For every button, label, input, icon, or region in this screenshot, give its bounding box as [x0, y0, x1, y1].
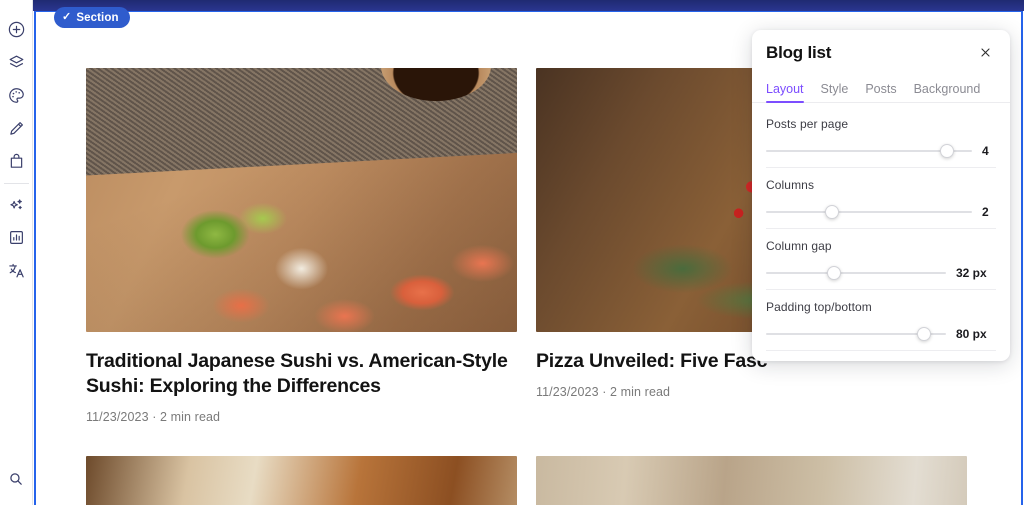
- close-icon[interactable]: [974, 42, 996, 64]
- column-gap-value: 32 px: [956, 266, 996, 280]
- editor-window: ✓ Section Traditional Japanese Sushi vs.…: [0, 0, 1024, 505]
- slider-row: 2: [766, 205, 996, 219]
- add-element-icon[interactable]: [0, 13, 33, 46]
- posts-per-page-value: 4: [982, 144, 996, 158]
- blog-list-settings-panel: Blog list Layout Style Posts Background …: [752, 30, 1010, 361]
- field-label: Columns: [766, 178, 996, 192]
- slider-knob[interactable]: [825, 205, 839, 219]
- tab-layout[interactable]: Layout: [766, 82, 804, 102]
- mezze-grill-platter-photo[interactable]: [536, 456, 967, 505]
- post-meta: 11/23/2023 · 2 min read: [86, 410, 517, 424]
- field-label: Column gap: [766, 239, 996, 253]
- field-posts-per-page: Posts per page 4: [766, 107, 996, 168]
- post-meta: 11/23/2023 · 2 min read: [536, 385, 967, 399]
- field-column-gap: Column gap 32 px: [766, 229, 996, 290]
- sparkles-ai-icon[interactable]: [0, 188, 33, 221]
- panel-body: Posts per page 4 Columns 2: [752, 103, 1010, 361]
- toolbar-divider: [4, 183, 29, 184]
- section-badge-label: Section: [76, 12, 118, 24]
- list-item[interactable]: [536, 456, 967, 505]
- panel-header: Blog list: [752, 30, 1010, 75]
- list-item[interactable]: Traditional Japanese Sushi vs. American-…: [86, 68, 517, 424]
- slider-row: 32 px: [766, 266, 996, 280]
- section-selected-badge[interactable]: ✓ Section: [54, 7, 130, 28]
- canvas-top-bar: [33, 0, 1024, 11]
- slider-track: [766, 272, 946, 274]
- translate-icon[interactable]: [0, 254, 33, 287]
- columns-value: 2: [982, 205, 996, 219]
- slider-row: 80 px: [766, 327, 996, 341]
- search-icon[interactable]: [0, 462, 33, 495]
- tab-style[interactable]: Style: [821, 82, 849, 102]
- padding-top-bottom-slider[interactable]: [766, 327, 946, 341]
- slider-knob[interactable]: [827, 266, 841, 280]
- field-label: Posts per page: [766, 117, 996, 131]
- field-padding-top-bottom: Padding top/bottom 80 px: [766, 290, 996, 351]
- page-title: Blog list: [766, 43, 831, 63]
- tab-background[interactable]: Background: [914, 82, 981, 102]
- slider-row: 4: [766, 144, 996, 158]
- analytics-chart-icon[interactable]: [0, 221, 33, 254]
- padding-top-bottom-value: 80 px: [956, 327, 996, 341]
- check-icon: ✓: [62, 12, 71, 23]
- slider-track: [766, 211, 972, 213]
- posts-per-page-slider[interactable]: [766, 144, 972, 158]
- slider-knob[interactable]: [940, 144, 954, 158]
- palette-icon[interactable]: [0, 79, 33, 112]
- field-columns: Columns 2: [766, 168, 996, 229]
- columns-slider[interactable]: [766, 205, 972, 219]
- post-title[interactable]: Traditional Japanese Sushi vs. American-…: [86, 349, 517, 399]
- pencil-icon[interactable]: [0, 112, 33, 145]
- list-item[interactable]: [86, 456, 517, 505]
- tab-posts[interactable]: Posts: [865, 82, 896, 102]
- slider-knob[interactable]: [917, 327, 931, 341]
- left-toolbar: [0, 0, 33, 505]
- panel-tabs: Layout Style Posts Background: [752, 75, 1010, 103]
- shopping-bag-icon[interactable]: [0, 145, 33, 178]
- field-label: Padding top/bottom: [766, 300, 996, 314]
- column-gap-slider[interactable]: [766, 266, 946, 280]
- grilled-skewers-photo[interactable]: [86, 456, 517, 505]
- sushi-platter-photo[interactable]: [86, 68, 517, 332]
- layers-icon[interactable]: [0, 46, 33, 79]
